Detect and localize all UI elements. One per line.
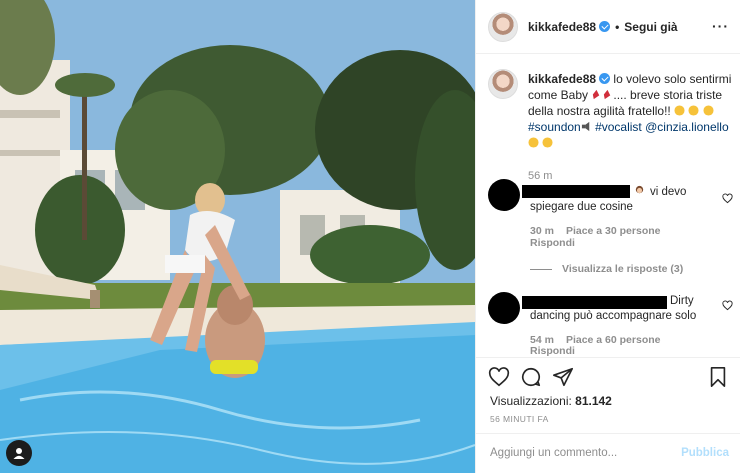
speaker-emoji-icon [581, 121, 589, 132]
laughing-emoji-icon [542, 137, 553, 148]
post-video[interactable] [0, 0, 475, 473]
views-number: 81.142 [575, 394, 612, 408]
heart-icon[interactable] [488, 366, 510, 388]
caption-text: kikkafede88 lo volevo solo sentirmi come… [528, 71, 733, 151]
following-button[interactable]: Segui già [624, 20, 677, 34]
laughing-emoji-icon [688, 105, 699, 116]
header-separator: • [615, 19, 620, 34]
commenter-avatar[interactable] [488, 292, 520, 324]
hashtag-soundon[interactable]: #soundon [528, 120, 581, 134]
comment-time: 30 m [530, 225, 554, 237]
replies-divider-line [530, 268, 552, 270]
like-comment-heart-icon[interactable] [722, 193, 733, 204]
comment-likes[interactable]: Piace a 60 persone [566, 334, 661, 346]
commenter-avatar[interactable] [488, 179, 520, 211]
video-frame-illustration [0, 0, 475, 473]
comment-text: Dirty dancing può accompagnare solo [530, 295, 697, 322]
laughing-emoji-icon [674, 105, 685, 116]
verified-badge-icon [599, 73, 611, 84]
user-icon [13, 448, 25, 459]
dancer-emoji-icon [604, 89, 611, 100]
caption-author-avatar[interactable] [488, 69, 518, 99]
views-count[interactable]: Visualizzazioni: 81.142 [490, 394, 612, 408]
reply-button[interactable]: Rispondi [530, 237, 575, 249]
author-username[interactable]: kikkafede88 [528, 20, 611, 34]
author-avatar[interactable] [488, 11, 518, 42]
laughing-emoji-icon [703, 105, 714, 116]
comment-item: Dirty dancing può accompagnare solo 54 m… [488, 292, 733, 357]
comments-scroll-area[interactable]: kikkafede88 lo volevo solo sentirmi come… [476, 55, 740, 357]
verified-badge-icon [599, 20, 611, 32]
views-label: Visualizzazioni: [490, 394, 576, 408]
add-comment-form: Aggiungi un commento... Pubblica [476, 433, 740, 473]
dancer-emoji-icon [593, 89, 600, 100]
comment-text: vi devo spiegare due cosine [530, 186, 687, 213]
post-actions-bar: Visualizzazioni: 81.142 56 MINUTI FA [476, 357, 740, 433]
comment-icon[interactable] [520, 366, 542, 388]
laughing-emoji-icon [528, 137, 539, 148]
author-username-text[interactable]: kikkafede88 [528, 20, 596, 34]
more-options-icon[interactable]: ··· [712, 18, 729, 34]
post-header: kikkafede88 • Segui già ··· [476, 0, 740, 54]
publish-button[interactable]: Pubblica [681, 447, 729, 459]
comment-meta: 30 m Piace a 30 persone [530, 225, 661, 237]
share-icon[interactable] [552, 366, 574, 388]
view-replies-button[interactable]: Visualizza le risposte (3) [530, 263, 683, 275]
mention-link[interactable]: @cinzia.lionello [645, 120, 729, 134]
action-icons [488, 366, 574, 388]
hashtag-vocalist[interactable]: #vocalist [595, 120, 642, 134]
reply-button[interactable]: Rispondi [530, 345, 575, 357]
caption-username[interactable]: kikkafede88 [528, 72, 596, 86]
comment-likes[interactable]: Piace a 30 persone [566, 225, 661, 237]
owner-avatar-badge[interactable] [6, 440, 32, 466]
comment-item: vi devo spiegare due cosine 30 m Piace a … [488, 179, 733, 257]
post-side-panel: kikkafede88 • Segui già ··· kikkafede88 … [475, 0, 740, 473]
view-replies-label[interactable]: Visualizza le risposte (3) [562, 263, 683, 275]
instagram-post-modal: kikkafede88 • Segui già ··· kikkafede88 … [0, 0, 740, 473]
like-comment-heart-icon[interactable] [722, 300, 733, 311]
bookmark-icon[interactable] [707, 366, 729, 388]
post-time-ago[interactable]: 56 MINUTI FA [490, 414, 549, 424]
add-comment-input[interactable]: Aggiungi un commento... [490, 447, 617, 459]
